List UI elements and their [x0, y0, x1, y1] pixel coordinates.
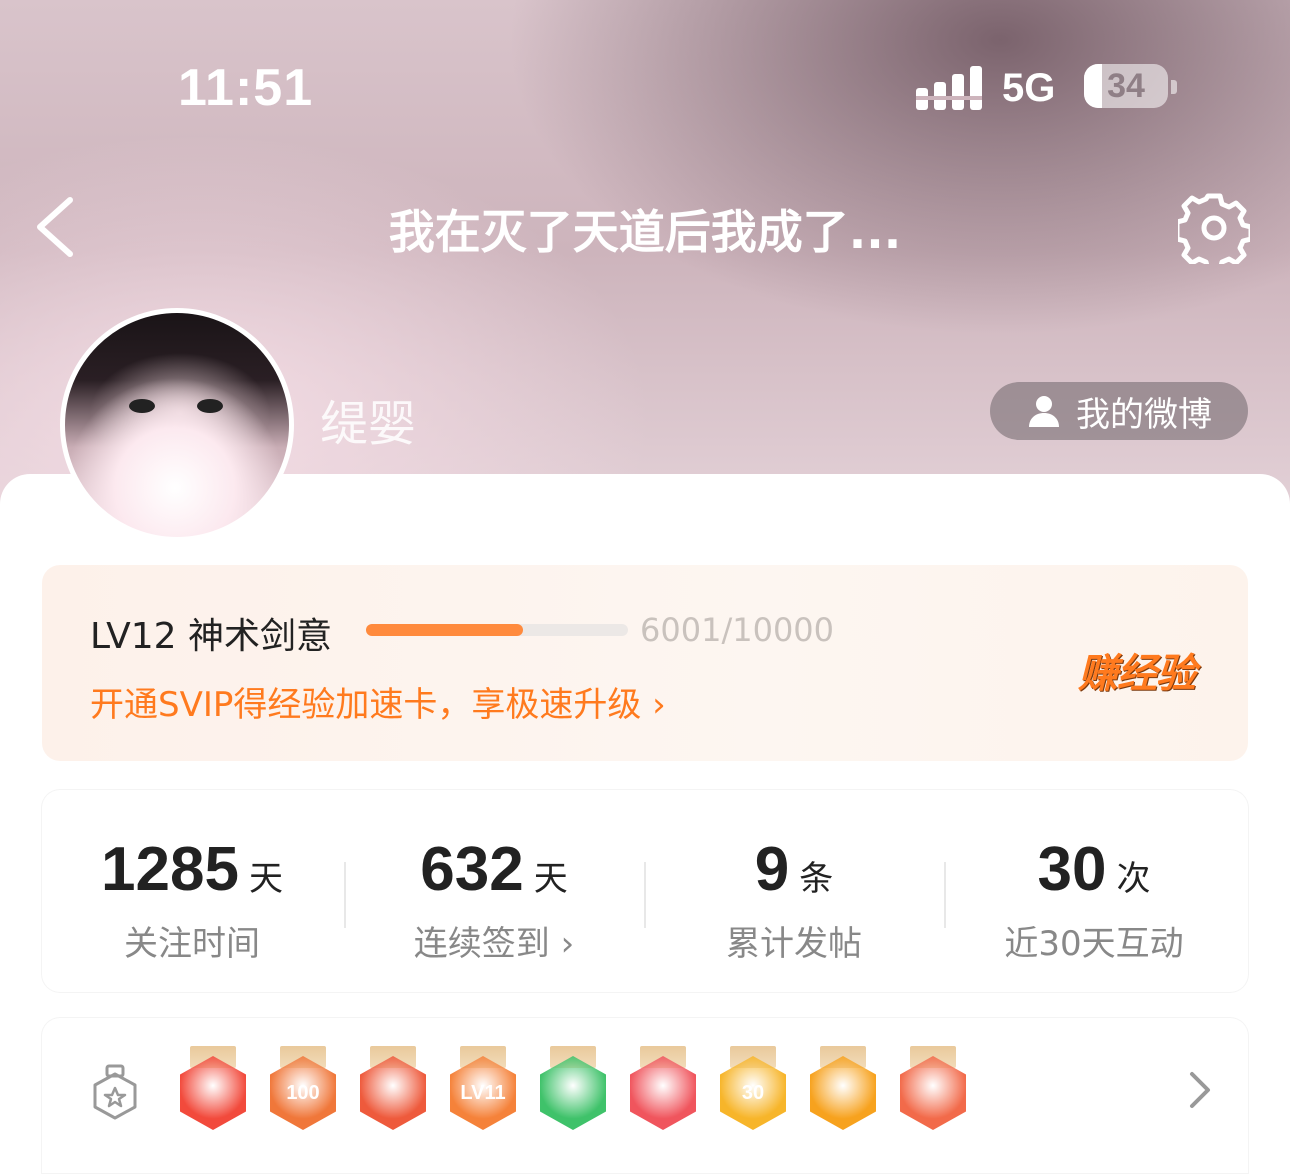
trophy-badge-icon[interactable] — [628, 1046, 698, 1134]
laugh-badge-icon[interactable] — [808, 1046, 878, 1134]
earn-exp-button[interactable]: 赚经验 — [1078, 641, 1196, 699]
user-icon — [1029, 396, 1059, 427]
my-weibo-label: 我的微博 — [1076, 394, 1212, 435]
stat-value: 1285 — [101, 835, 239, 904]
battery-icon: 34 — [1084, 64, 1168, 108]
stat-value: 632 — [420, 835, 524, 904]
network-type: 5G — [1002, 66, 1056, 110]
page-title: 我在灭了天道后我成了... — [388, 205, 902, 259]
stat-value: 30 — [1037, 835, 1107, 904]
signal-icon — [916, 66, 982, 110]
status-time: 11:51 — [178, 59, 314, 117]
avatar[interactable] — [60, 308, 294, 542]
stat-label: 近30天互动 — [1004, 924, 1184, 964]
level-progress-bar — [366, 624, 628, 636]
level-panel: LV12 神术剑意 6001/10000 开通SVIP得经验加速卡，享极速升级 … — [42, 565, 1248, 761]
level-progress-fill — [366, 624, 524, 636]
svip-promo-link[interactable]: 开通SVIP得经验加速卡，享极速升级 › — [90, 677, 666, 726]
30-days-badge-icon[interactable]: 30 — [718, 1046, 788, 1134]
rock-hand-badge-icon[interactable] — [898, 1046, 968, 1134]
stat-interactions: 30 次 近30天互动 — [944, 790, 1244, 992]
stat-checkin-streak[interactable]: 632 天 连续签到 › — [344, 790, 644, 992]
settings-gear-icon[interactable] — [1178, 192, 1250, 264]
stat-label: 连续签到 › — [413, 924, 575, 964]
stat-value: 9 — [754, 835, 790, 904]
badges-panel[interactable]: 100 LV11 30 — [42, 1018, 1248, 1173]
username: 缇婴 — [320, 396, 417, 452]
battery-tip — [1171, 80, 1177, 94]
stat-label: 关注时间 — [124, 924, 260, 964]
cat-badge-icon[interactable] — [178, 1046, 248, 1134]
level-name: LV12 神术剑意 — [90, 616, 332, 657]
stat-follow-days: 1285 天 关注时间 — [42, 790, 342, 992]
battery-level: 34 — [1107, 67, 1145, 105]
stats-panel: 1285 天 关注时间 632 天 连续签到 › 9条 累计发帖 30 次 近30天互… — [42, 790, 1248, 992]
cat-face-badge-icon[interactable] — [358, 1046, 428, 1134]
stat-unit: 天 — [248, 860, 283, 898]
stat-posts: 9条 累计发帖 — [644, 790, 944, 992]
100-days-badge-icon[interactable]: 100 — [268, 1046, 338, 1134]
chevron-right-icon[interactable] — [1188, 1070, 1212, 1110]
medal-icon — [93, 1064, 137, 1120]
stat-unit: 天 — [533, 860, 568, 898]
stat-unit: 条 — [799, 860, 834, 898]
stat-label: 累计发帖 — [726, 924, 862, 964]
lv11-badge-icon[interactable]: LV11 — [448, 1046, 518, 1134]
hand-badge-icon[interactable] — [538, 1046, 608, 1134]
my-weibo-button[interactable]: 我的微博 — [990, 382, 1248, 440]
back-arrow-icon[interactable] — [30, 196, 82, 258]
level-exp: 6001/10000 — [640, 611, 835, 649]
stat-unit: 次 — [1116, 860, 1151, 898]
